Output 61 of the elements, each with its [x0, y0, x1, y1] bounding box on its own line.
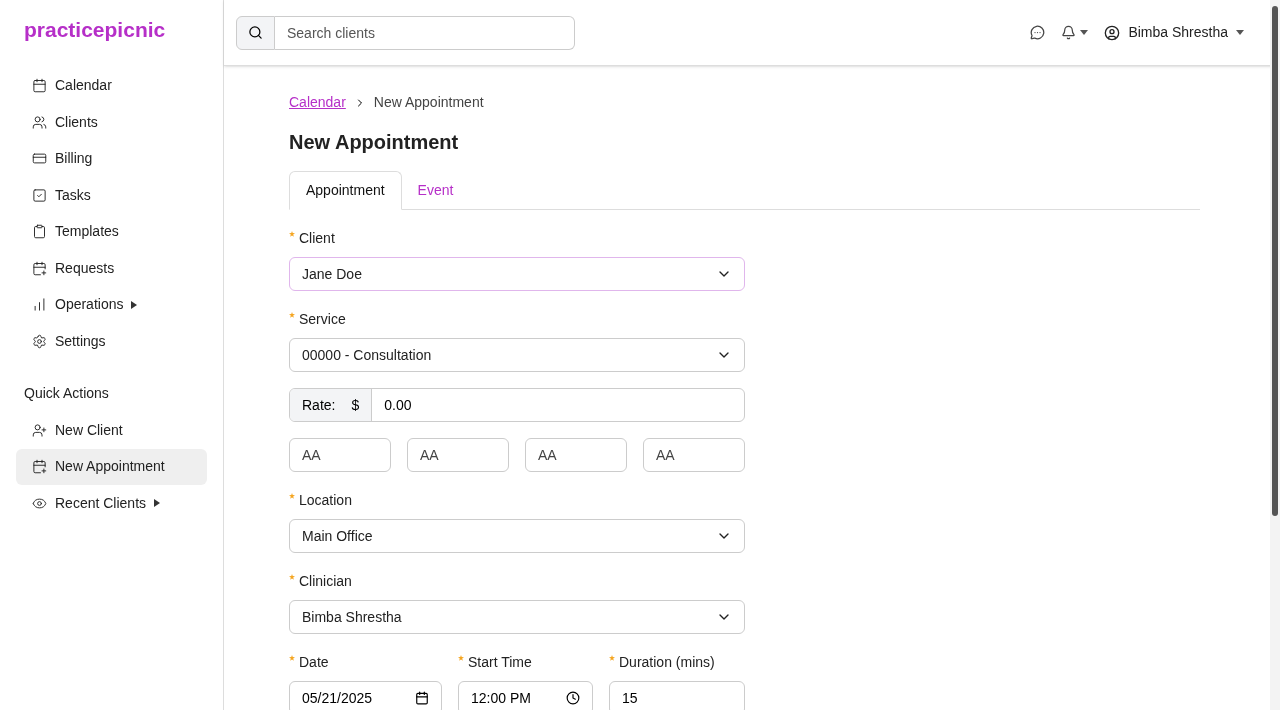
- code-field[interactable]: AA: [407, 438, 509, 472]
- field-label: Location: [299, 491, 352, 510]
- search-icon: [248, 25, 263, 40]
- eye-icon: [32, 495, 47, 511]
- checkbox-icon: [32, 187, 47, 203]
- rate-label: Rate:: [302, 395, 336, 415]
- calendar-plus-icon: [32, 459, 47, 474]
- caret-icon: [1080, 30, 1089, 35]
- sidebar-item[interactable]: Billing: [16, 140, 207, 177]
- sidebar-item[interactable]: Operations: [16, 286, 207, 323]
- field-label: Clinician: [299, 572, 352, 591]
- clipboard-icon: [32, 224, 47, 239]
- currency-symbol: $: [351, 395, 360, 415]
- chat-icon[interactable]: [1030, 25, 1046, 40]
- select-field[interactable]: 00000 - Consultation: [289, 338, 745, 372]
- date-field[interactable]: 05/21/2025: [289, 681, 442, 710]
- sidebar-item[interactable]: New Appointment: [16, 448, 207, 485]
- calendar-icon: [32, 78, 47, 93]
- clock-icon: [566, 691, 580, 705]
- tab[interactable]: Event: [401, 171, 470, 209]
- user-icon: [1104, 24, 1121, 41]
- credit-card-icon: [32, 151, 47, 166]
- sidebar-item[interactable]: Recent Clients: [16, 485, 207, 521]
- code-field[interactable]: AA: [643, 438, 745, 472]
- select-field[interactable]: Bimba Shrestha: [289, 600, 745, 634]
- field-label: Service: [299, 310, 346, 329]
- code-field[interactable]: AA: [289, 438, 391, 472]
- code-field[interactable]: AA: [525, 438, 627, 472]
- sidebar-item[interactable]: Tasks: [16, 177, 207, 213]
- duration-field[interactable]: 15: [609, 681, 745, 710]
- user-plus-icon: [32, 422, 47, 438]
- sidebar-item[interactable]: Clients: [16, 104, 207, 140]
- field-label: Client: [299, 229, 335, 248]
- sidebar-item[interactable]: Requests: [16, 250, 207, 286]
- sidebar-item[interactable]: Settings: [16, 323, 207, 359]
- rate-field[interactable]: Rate: $ 0.00: [289, 388, 745, 422]
- breadcrumb-current: New Appointment: [373, 93, 484, 112]
- breadcrumb-link[interactable]: Calendar: [289, 92, 346, 113]
- field-label: Date: [299, 653, 329, 672]
- select-field[interactable]: Main Office: [289, 519, 745, 553]
- search-field[interactable]: Search clients: [275, 15, 575, 50]
- field-label: Start Time: [468, 653, 532, 672]
- users-icon: [32, 114, 47, 130]
- brand-logo[interactable]: practicepicnic: [24, 14, 207, 46]
- tab[interactable]: Appointment: [289, 171, 402, 210]
- section-heading: Quick Actions: [24, 384, 110, 403]
- sidebar-item[interactable]: New Client: [16, 412, 207, 448]
- time-field[interactable]: 12:00 PM: [458, 681, 593, 710]
- page-title: New Appointment: [289, 130, 460, 155]
- user-menu[interactable]: Bimba Shrestha: [1104, 22, 1244, 43]
- sidebar-item[interactable]: Templates: [16, 213, 207, 250]
- bar-chart-icon: [32, 297, 47, 312]
- calendar-plus-icon: [32, 260, 47, 276]
- sidebar-item[interactable]: Calendar: [16, 67, 207, 104]
- select-field[interactable]: Jane Doe: [289, 257, 745, 291]
- field-label: Duration (mins): [619, 653, 715, 672]
- calendar-icon: [415, 691, 429, 705]
- scrollbar[interactable]: [1270, 0, 1280, 710]
- settings-icon: [32, 333, 47, 349]
- caret-icon: [1236, 30, 1244, 35]
- bell-icon[interactable]: [1061, 25, 1077, 40]
